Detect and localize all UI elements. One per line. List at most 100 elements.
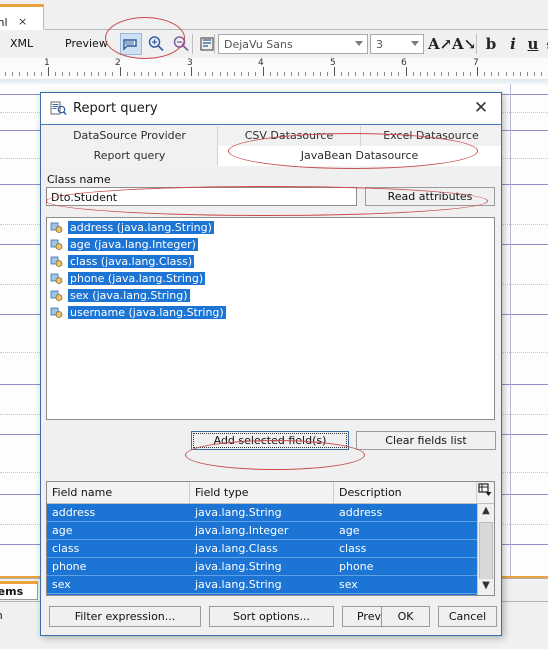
horizontal-ruler: 1 2 3 4 5 6 7 [0,58,548,81]
zoom-out-icon[interactable] [170,33,192,55]
cell-description: address [339,506,383,519]
table-header-row: Field name Field type Description [47,482,494,504]
tab-strip-filler [45,4,548,30]
editor-tab-strip: rxml × [0,0,548,31]
editor-toolbar: XML Preview DejaVu Sans 3 A↗ A↘ b i u [0,30,548,59]
font-size-value: 3 [376,38,383,51]
fields-table: Field name Field type Description addres… [46,481,495,596]
list-item[interactable]: phone (java.lang.String) [50,272,494,286]
scroll-up-icon[interactable]: ▲ [478,504,494,520]
tab-excel-datasource[interactable]: Excel Datasource [361,126,501,146]
attribute-label: phone (java.lang.String) [68,272,206,285]
sort-options-button[interactable]: Sort options... [209,606,334,627]
tab-report-query[interactable]: Report query [42,146,218,166]
cell-description: phone [339,560,374,573]
problems-description-label: ion [0,609,3,622]
preview-mode-label[interactable]: Preview [65,37,108,50]
font-size-select[interactable]: 3 [370,34,424,54]
attribute-label: age (java.lang.Integer) [68,238,198,251]
tab-javabean-datasource[interactable]: JavaBean Datasource [218,146,501,166]
tab-datasource-provider[interactable]: DataSource Provider [42,126,218,146]
read-attributes-button[interactable]: Read attributes [365,187,495,206]
column-header-field-type[interactable]: Field type [190,482,334,503]
cell-description: class [339,542,367,555]
cell-field-name: sex [52,578,71,591]
scroll-down-icon[interactable]: ▼ [478,579,494,595]
class-name-input[interactable]: Dto.Student [46,187,357,206]
increase-font-icon[interactable]: A↗ [428,34,452,55]
close-icon[interactable]: × [18,15,27,28]
table-body: address java.lang.String address age jav… [47,504,479,595]
dialog-title: Report query [73,101,158,116]
class-name-value: Dto.Student [51,191,118,204]
cell-field-type: java.lang.String [195,560,282,573]
font-family-select[interactable]: DejaVu Sans [218,34,368,54]
cell-description: sex [339,578,358,591]
scrollbar-thumb[interactable] [479,522,493,584]
cell-field-name: address [52,506,96,519]
cell-field-name: username [47,594,195,595]
table-row[interactable]: class java.lang.Class class [47,540,479,558]
table-row[interactable]: username java.lang.String username [47,594,479,595]
ok-button[interactable]: OK [381,606,430,627]
bean-property-icon [50,289,63,302]
report-query-dialog: Report query ✕ DataSource Provider CSV D… [40,92,502,636]
editor-tab-label: rxml [0,16,8,29]
attribute-label: class (java.lang.Class) [68,255,195,268]
chevron-down-icon [411,41,419,46]
list-item[interactable]: age (java.lang.Integer) [50,238,494,252]
table-row[interactable]: sex java.lang.String sex [47,576,479,594]
list-item[interactable]: address (java.lang.String) [50,221,494,235]
zoom-in-icon[interactable] [145,33,167,55]
chevron-down-icon [355,41,363,46]
cell-field-name: class [52,542,80,555]
cell-description: username [334,594,484,595]
table-settings-icon[interactable] [476,482,494,503]
cell-description: age [339,524,360,537]
cell-field-name: age [52,524,73,537]
bean-property-icon [50,238,63,251]
attributes-list[interactable]: address (java.lang.String) age (java.lan… [46,217,495,420]
dialog-title-bar[interactable]: Report query ✕ [41,93,501,125]
italic-button[interactable]: i [502,34,524,55]
bean-property-icon [50,221,63,234]
tab-underline [42,167,501,169]
attribute-label: username (java.lang.String) [68,306,226,319]
cell-field-type: java.lang.String [195,506,282,519]
list-item[interactable]: class (java.lang.Class) [50,255,494,269]
decrease-font-icon[interactable]: A↘ [452,34,476,55]
strikethrough-button[interactable]: s [540,34,548,55]
add-selected-fields-button[interactable]: Add selected field(s) [191,431,349,450]
table-vertical-scrollbar[interactable]: ▲ ▼ [477,504,494,595]
font-family-value: DejaVu Sans [224,38,293,51]
editor-tab-jrxml[interactable]: rxml × [0,4,44,30]
list-item[interactable]: sex (java.lang.String) [50,289,494,303]
datasource-tabs: DataSource Provider CSV Datasource Excel… [42,126,501,167]
bean-property-icon [50,306,63,319]
bold-button[interactable]: b [480,34,502,55]
cell-field-type: java.lang.String [190,594,339,595]
xml-mode-label[interactable]: XML [10,37,33,50]
problems-tab-label: blems [0,585,24,598]
column-header-field-name[interactable]: Field name [47,482,190,503]
attribute-label: sex (java.lang.String) [68,289,190,302]
zoom-fit-icon[interactable] [120,33,142,55]
tab-csv-datasource[interactable]: CSV Datasource [218,126,361,146]
report-query-icon [50,100,67,117]
cell-field-type: java.lang.Integer [195,524,289,537]
table-row[interactable]: phone java.lang.String phone [47,558,479,576]
close-icon[interactable]: ✕ [470,98,492,120]
list-item[interactable]: username (java.lang.String) [50,306,494,320]
dialog-footer: Filter expression... Sort options... Pre… [42,598,501,634]
table-row[interactable]: age java.lang.Integer age [47,522,479,540]
class-name-label: Class name [47,173,111,186]
column-header-description[interactable]: Description [334,482,477,503]
cancel-button[interactable]: Cancel [438,606,497,627]
clear-fields-list-button[interactable]: Clear fields list [356,431,496,450]
filter-expression-button[interactable]: Filter expression... [49,606,201,627]
attribute-label: address (java.lang.String) [68,221,214,234]
table-row[interactable]: address java.lang.String address [47,504,479,522]
cell-field-type: java.lang.Class [195,542,278,555]
cell-field-name: phone [52,560,87,573]
cell-field-type: java.lang.String [195,578,282,591]
